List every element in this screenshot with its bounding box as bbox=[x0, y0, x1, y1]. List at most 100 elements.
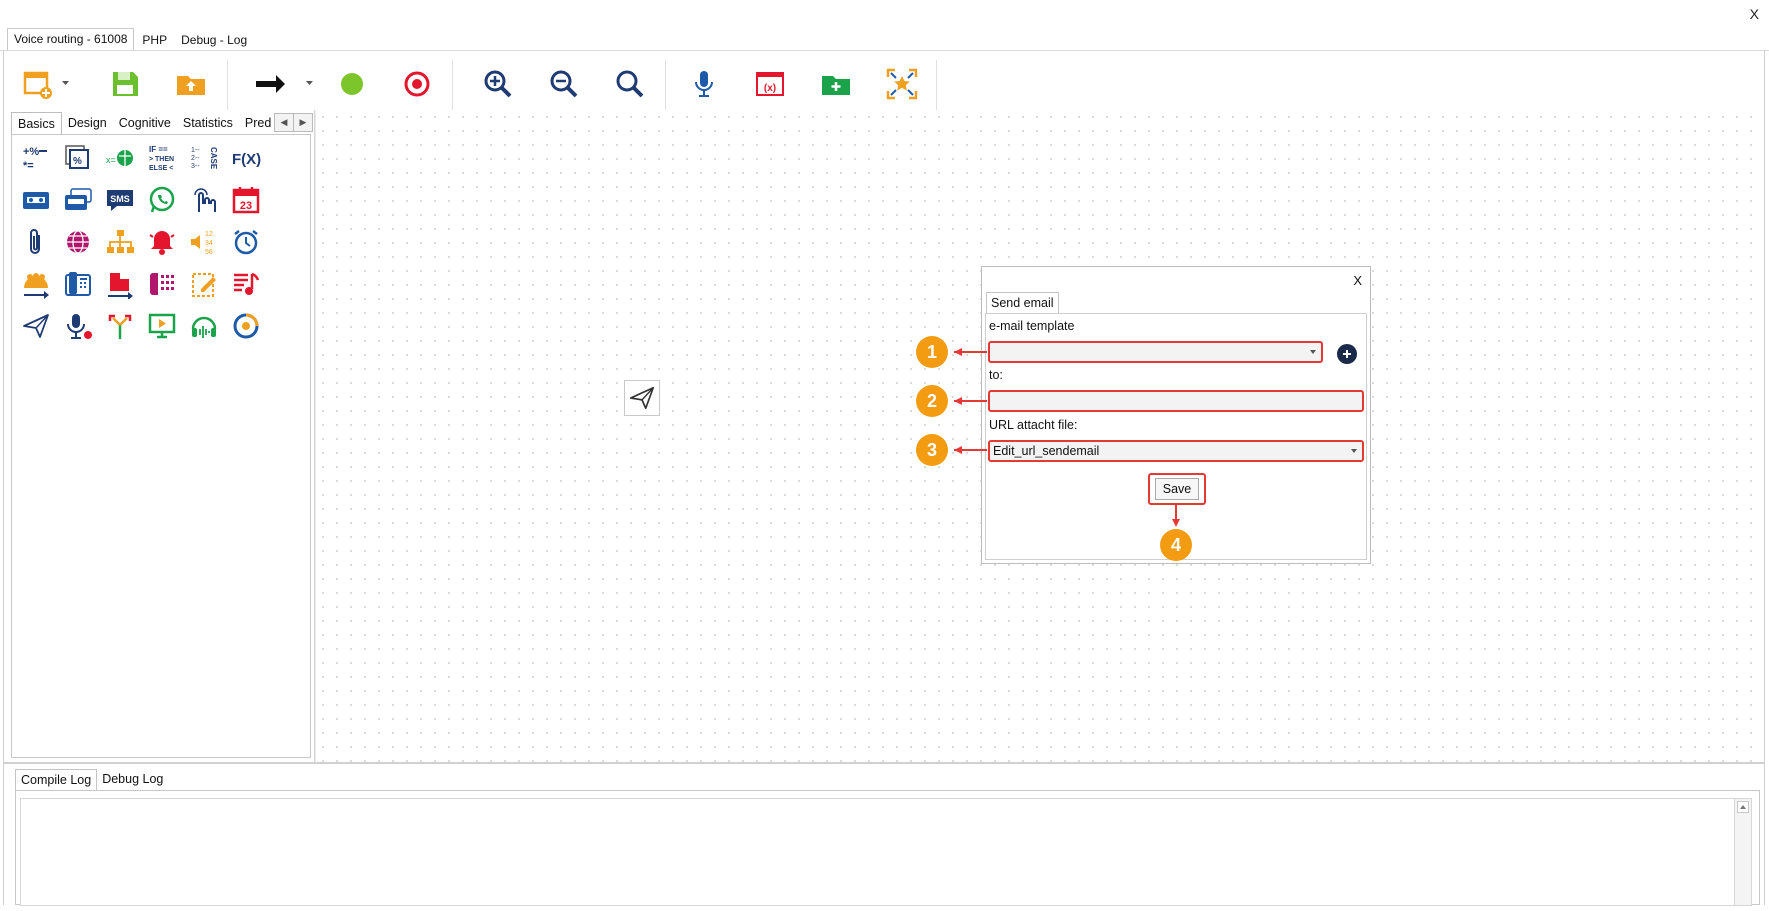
url-attach-label: URL attacht file: bbox=[989, 418, 1078, 432]
log-textarea[interactable] bbox=[20, 798, 1735, 906]
plus-icon bbox=[1343, 350, 1351, 358]
zoom-icon[interactable] bbox=[610, 64, 650, 104]
send-email-dialog: X Send email e-mail template to: URL att… bbox=[981, 266, 1371, 564]
tab-cognitive[interactable]: Cognitive bbox=[113, 112, 177, 134]
cassette-stack-icon[interactable] bbox=[62, 184, 94, 216]
window-close-button[interactable]: X bbox=[1750, 6, 1759, 22]
tab-send-email[interactable]: Send email bbox=[986, 292, 1059, 313]
dialog-close-button[interactable]: X bbox=[1353, 273, 1362, 288]
video-screen-icon[interactable] bbox=[146, 310, 178, 342]
svg-text:*=: *= bbox=[23, 160, 34, 172]
math-operators-icon[interactable]: +% *= bbox=[20, 142, 52, 174]
sms-icon[interactable]: SMS bbox=[104, 184, 136, 216]
save-button[interactable]: Save bbox=[1148, 473, 1206, 505]
add-folder-icon[interactable] bbox=[816, 64, 856, 104]
split-arrows-icon[interactable] bbox=[104, 310, 136, 342]
tab-php[interactable]: PHP bbox=[136, 30, 173, 50]
svg-text:%: % bbox=[73, 156, 82, 167]
arrow-right-icon[interactable] bbox=[250, 64, 290, 104]
bottom-splitter[interactable] bbox=[3, 762, 1765, 764]
tab-divider bbox=[0, 50, 1769, 51]
svg-text:(x): (x) bbox=[764, 83, 776, 94]
zoom-out-icon[interactable] bbox=[544, 64, 584, 104]
variable-icon[interactable]: (x) bbox=[750, 64, 790, 104]
svg-text:IF ==: IF == bbox=[149, 145, 168, 154]
cassette-icon[interactable] bbox=[20, 184, 52, 216]
frame-right bbox=[1764, 50, 1765, 905]
svg-text:56: 56 bbox=[205, 249, 213, 256]
globe-icon[interactable] bbox=[62, 226, 94, 258]
frame-left bbox=[3, 50, 4, 905]
tab-statistics[interactable]: Statistics bbox=[177, 112, 239, 134]
percent-stack-icon[interactable]: % bbox=[62, 142, 94, 174]
record-mic-icon[interactable] bbox=[62, 310, 94, 342]
tab-design[interactable]: Design bbox=[62, 112, 113, 134]
speaker-numbers-icon[interactable]: 12 34 56 bbox=[188, 226, 220, 258]
edit-note-icon[interactable] bbox=[188, 268, 220, 300]
building-transfer-icon[interactable] bbox=[104, 268, 136, 300]
fax-phone-icon[interactable] bbox=[62, 268, 94, 300]
microphone-icon[interactable] bbox=[684, 64, 724, 104]
toolbar-separator bbox=[452, 60, 453, 110]
tab-debug-log-bottom[interactable]: Debug Log bbox=[97, 769, 168, 790]
alarm-clock-icon[interactable] bbox=[230, 226, 262, 258]
to-input[interactable] bbox=[988, 390, 1364, 412]
tab-pred[interactable]: Pred bbox=[239, 112, 273, 134]
step-badge-1: 1 bbox=[916, 336, 948, 368]
new-window-dropdown-caret[interactable] bbox=[61, 78, 71, 88]
palette-scroll-right-button[interactable]: ▶ bbox=[293, 113, 313, 132]
svg-text:2--: 2-- bbox=[191, 155, 200, 162]
tab-basics[interactable]: Basics bbox=[11, 112, 62, 134]
palette-scroll-left-button[interactable]: ◀ bbox=[274, 113, 294, 132]
dialog-tab-bar: Send email bbox=[986, 292, 1059, 313]
step-badge-3: 3 bbox=[916, 434, 948, 466]
keypad-phone-icon[interactable] bbox=[146, 268, 178, 300]
step-badge-4: 4 bbox=[1160, 529, 1192, 561]
case-icon[interactable]: 1-- 2-- 3-- CASE bbox=[188, 142, 220, 174]
tab-voice-routing[interactable]: Voice routing - 61008 bbox=[7, 28, 135, 50]
paperclip-icon[interactable] bbox=[20, 226, 52, 258]
focus-star-icon[interactable] bbox=[882, 64, 922, 104]
scroll-up-icon[interactable] bbox=[1737, 801, 1749, 813]
whatsapp-icon[interactable] bbox=[146, 184, 178, 216]
chevron-down-icon bbox=[1351, 449, 1357, 453]
agents-group-icon[interactable] bbox=[20, 268, 52, 300]
green-dot-icon[interactable] bbox=[332, 64, 372, 104]
save-button-label: Save bbox=[1154, 478, 1200, 500]
new-window-icon[interactable] bbox=[18, 64, 58, 104]
svg-text:ELSE <: ELSE < bbox=[149, 165, 173, 172]
send-paper-plane-icon[interactable] bbox=[20, 310, 52, 342]
target-icon[interactable] bbox=[397, 64, 437, 104]
to-label: to: bbox=[989, 368, 1003, 382]
tab-debug-log[interactable]: Debug - Log bbox=[175, 30, 253, 50]
calendar-icon[interactable]: 23 bbox=[230, 184, 262, 216]
variable-globe-icon[interactable]: x= bbox=[104, 142, 136, 174]
toolbar-separator bbox=[227, 60, 228, 110]
music-queue-icon[interactable] bbox=[230, 268, 262, 300]
svg-text:+%: +% bbox=[23, 146, 39, 158]
touch-tone-icon[interactable] bbox=[188, 184, 220, 216]
upload-folder-icon[interactable] bbox=[171, 64, 211, 104]
add-template-button[interactable] bbox=[1337, 344, 1357, 364]
zoom-in-icon[interactable] bbox=[478, 64, 518, 104]
headphones-wave-icon[interactable] bbox=[188, 310, 220, 342]
svg-text:12: 12 bbox=[205, 231, 213, 238]
tab-compile-log[interactable]: Compile Log bbox=[15, 769, 98, 790]
svg-text:34: 34 bbox=[205, 240, 213, 247]
email-template-select[interactable] bbox=[988, 341, 1323, 363]
alarm-bell-icon[interactable] bbox=[146, 226, 178, 258]
save-icon[interactable] bbox=[105, 64, 145, 104]
toolbar-separator bbox=[936, 60, 937, 110]
arrow-dropdown-caret[interactable] bbox=[305, 78, 315, 88]
function-icon[interactable]: F(X) bbox=[230, 142, 268, 174]
send-email-node[interactable] bbox=[624, 380, 660, 416]
chevron-down-icon bbox=[1310, 350, 1316, 354]
circular-progress-icon[interactable] bbox=[230, 310, 262, 342]
svg-text:SMS: SMS bbox=[110, 194, 130, 204]
org-chart-icon[interactable] bbox=[104, 226, 136, 258]
url-attach-select[interactable]: Edit_url_sendemail bbox=[988, 440, 1364, 462]
svg-text:> THEN: > THEN bbox=[149, 156, 174, 163]
if-then-else-icon[interactable]: IF == > THEN ELSE < bbox=[146, 142, 178, 174]
log-scrollbar[interactable] bbox=[1734, 798, 1752, 906]
svg-text:F(X): F(X) bbox=[232, 151, 261, 168]
